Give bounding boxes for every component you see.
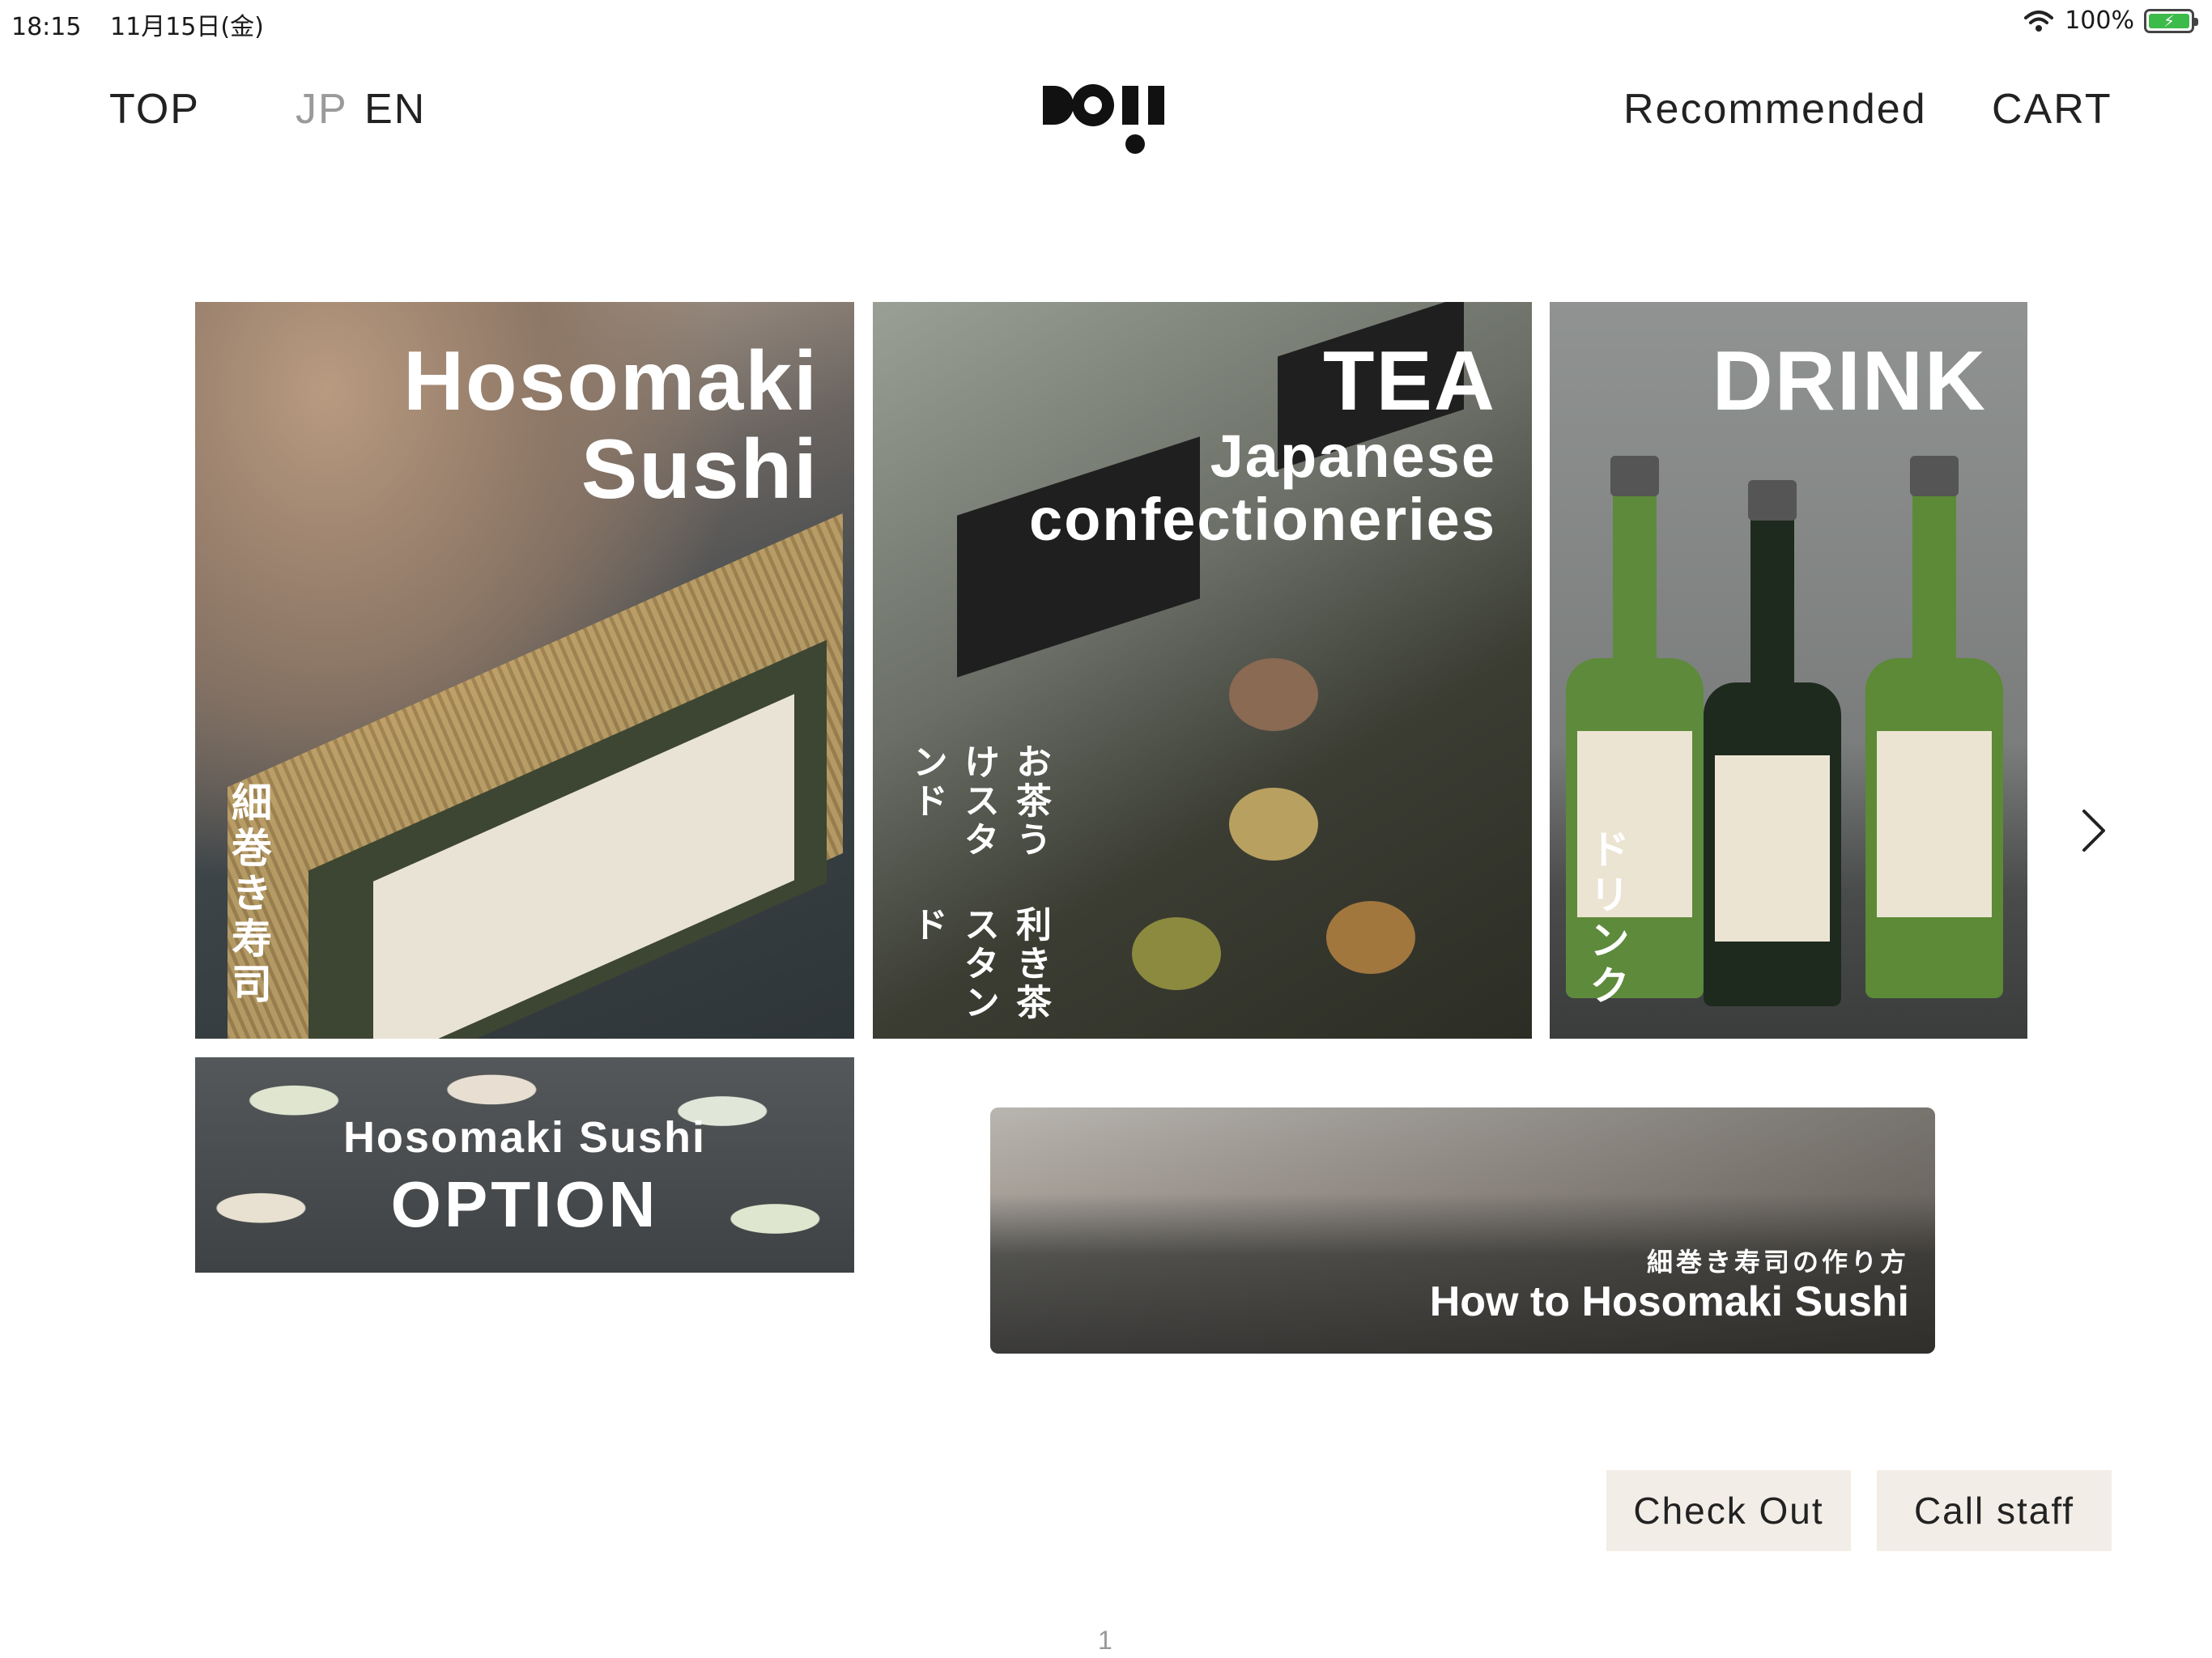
option-title: OPTION xyxy=(390,1168,659,1240)
page-indicator: 1 xyxy=(1098,1626,1112,1655)
sushi-jp-label: 細巻き寿司 xyxy=(226,781,271,1008)
howto-jp-label: 細巻き寿司の作り方 xyxy=(1646,1248,1909,1277)
status-bar-left: 18:15 11月15日(金) xyxy=(11,6,285,42)
drink-jp-label: ドリンク xyxy=(1584,828,1629,1010)
tile-hosomaki-option[interactable]: Hosomaki Sushi OPTION xyxy=(195,1057,854,1273)
tea-subtitle-line1: Japanese xyxy=(1210,423,1496,490)
top-link[interactable]: TOP xyxy=(109,85,200,134)
status-time: 18:15 xyxy=(11,13,82,41)
logo-icon[interactable] xyxy=(1043,78,1172,155)
sake-bottle xyxy=(1865,456,2003,998)
tile-how-to-hosomaki[interactable]: 細巻き寿司の作り方 How to Hosomaki Sushi xyxy=(990,1107,1935,1354)
tea-jp-line1: 利き茶スタンド xyxy=(907,906,1050,1023)
tile-hosomaki-sushi[interactable]: Hosomaki Sushi 細巻き寿司 xyxy=(195,302,854,1039)
tea-jp-line2: お茶うけスタンド xyxy=(907,743,1050,860)
chevron-right-icon[interactable] xyxy=(2078,808,2110,853)
tile-tea[interactable]: TEA Japanese confectioneries 利き茶スタンド お茶う… xyxy=(873,302,1532,1039)
lang-jp-toggle[interactable]: JP xyxy=(296,85,348,134)
check-out-button[interactable]: Check Out xyxy=(1606,1470,1851,1551)
cart-link[interactable]: CART xyxy=(1992,85,2112,134)
macaron xyxy=(1326,901,1415,974)
drink-title: DRINK xyxy=(1712,334,1987,428)
tile-drink[interactable]: DRINK ドリンク xyxy=(1550,302,2027,1039)
wifi-icon xyxy=(2024,10,2054,32)
sushi-title-line1: Hosomaki xyxy=(402,334,819,428)
tea-subtitle-line2: confectioneries xyxy=(1029,485,1496,553)
sushi-title-line2: Sushi xyxy=(581,423,819,517)
tea-title: TEA xyxy=(1323,334,1496,428)
sushi-title: Hosomaki Sushi xyxy=(402,334,819,517)
howto-en-label: How to Hosomaki Sushi xyxy=(1429,1278,1909,1325)
lang-en-toggle[interactable]: EN xyxy=(364,85,426,134)
macaron xyxy=(1229,788,1318,861)
sake-bottle xyxy=(1704,480,1841,1006)
status-date: 11月15日(金) xyxy=(110,13,264,41)
macaron xyxy=(1229,658,1318,731)
recommended-link[interactable]: Recommended xyxy=(1623,85,1927,134)
battery-icon: ⚡ xyxy=(2144,8,2198,33)
tea-subtitle: Japanese confectioneries xyxy=(1029,425,1496,551)
tea-jp-labels: 利き茶スタンド お茶うけスタンド xyxy=(900,743,1056,1039)
status-bar-right: 100% ⚡ xyxy=(2023,6,2198,35)
option-subtitle: Hosomaki Sushi xyxy=(342,1113,707,1162)
battery-percent: 100% xyxy=(2065,6,2134,35)
macaron xyxy=(1132,917,1221,990)
call-staff-button[interactable]: Call staff xyxy=(1877,1470,2112,1551)
